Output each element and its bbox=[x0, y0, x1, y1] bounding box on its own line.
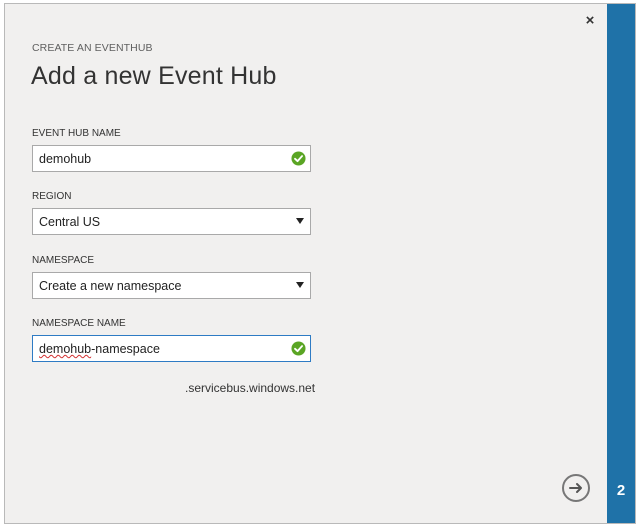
event-hub-name-input[interactable]: demohub bbox=[32, 145, 311, 172]
check-circle-icon bbox=[291, 341, 306, 356]
namespace-name-value-part2: -namespace bbox=[91, 342, 160, 356]
chevron-down-icon bbox=[296, 218, 304, 224]
namespace-name-input[interactable]: demohub-namespace bbox=[32, 335, 311, 362]
dialog-subtitle: CREATE AN EVENTHUB bbox=[32, 42, 153, 54]
namespace-name-value: demohub-namespace bbox=[39, 342, 160, 356]
event-hub-name-label: EVENT HUB NAME bbox=[32, 128, 121, 139]
close-icon[interactable]: × bbox=[582, 13, 598, 29]
event-hub-name-value: demohub bbox=[39, 152, 92, 166]
next-button[interactable] bbox=[562, 474, 590, 502]
chevron-down-icon bbox=[296, 282, 304, 288]
namespace-selected-value: Create a new namespace bbox=[39, 279, 182, 293]
region-label: REGION bbox=[32, 191, 72, 202]
region-selected-value: Central US bbox=[39, 215, 101, 229]
arrow-right-icon bbox=[569, 483, 582, 493]
create-eventhub-dialog: × CREATE AN EVENTHUB Add a new Event Hub… bbox=[4, 3, 636, 524]
region-select[interactable]: Central US bbox=[32, 208, 311, 235]
namespace-name-value-part1: demohub bbox=[39, 342, 92, 356]
wizard-step-bar: 2 bbox=[607, 4, 635, 523]
dialog-title: Add a new Event Hub bbox=[31, 62, 277, 90]
namespace-label: NAMESPACE bbox=[32, 255, 95, 266]
namespace-select[interactable]: Create a new namespace bbox=[32, 272, 311, 299]
check-circle-icon bbox=[291, 151, 306, 166]
step-number: 2 bbox=[616, 482, 626, 499]
namespace-name-label: NAMESPACE NAME bbox=[32, 318, 126, 329]
namespace-domain-suffix: .servicebus.windows.net bbox=[185, 381, 316, 395]
